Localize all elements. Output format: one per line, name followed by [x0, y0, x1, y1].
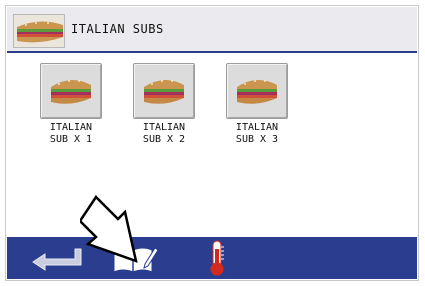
thermometer-icon[interactable]	[207, 239, 227, 281]
item-label: ITALIAN SUB X 2	[142, 122, 186, 145]
bottom-toolbar	[7, 237, 417, 279]
item-button[interactable]	[133, 63, 195, 119]
item-label: ITALIAN SUB X 3	[235, 122, 279, 145]
header-bar: ITALIAN SUBS	[7, 7, 417, 53]
item-label: ITALIAN SUB X 1	[49, 122, 93, 145]
pointer-arrow-icon	[78, 193, 140, 273]
page-title: ITALIAN SUBS	[71, 22, 164, 36]
app-screen: ITALIAN SUBS ITALIAN SUB X 1 ITALIAN SUB…	[5, 5, 419, 281]
sandwich-icon	[235, 73, 279, 109]
sandwich-icon	[49, 73, 93, 109]
menu-item-italian-sub-x1[interactable]: ITALIAN SUB X 1	[31, 63, 111, 146]
sandwich-icon	[142, 73, 186, 109]
item-grid: ITALIAN SUB X 1 ITALIAN SUB X 2 ITALIAN …	[7, 53, 417, 239]
item-button[interactable]	[226, 63, 288, 119]
menu-item-italian-sub-x3[interactable]: ITALIAN SUB X 3	[217, 63, 297, 146]
sandwich-icon	[13, 14, 65, 48]
back-arrow-icon[interactable]	[29, 245, 85, 275]
item-button[interactable]	[40, 63, 102, 119]
menu-item-italian-sub-x2[interactable]: ITALIAN SUB X 2	[124, 63, 204, 146]
